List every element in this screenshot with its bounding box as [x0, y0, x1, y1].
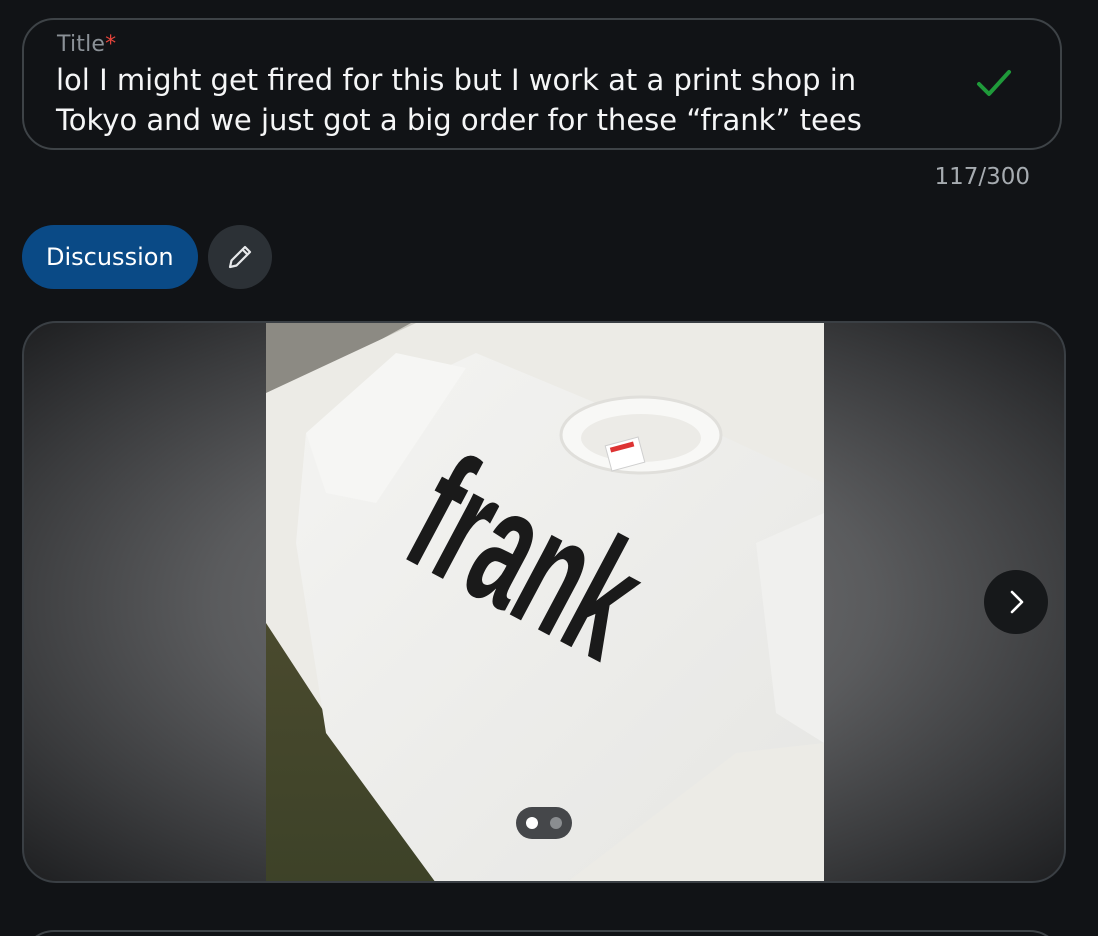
- pager-dot: [550, 817, 562, 829]
- flair-label: Discussion: [46, 243, 174, 271]
- character-count: 117/300: [934, 164, 1030, 190]
- check-icon: [977, 70, 1011, 96]
- post-image: frank: [266, 323, 824, 881]
- post-editor: Title* lol I might get fired for this bu…: [0, 0, 1098, 936]
- next-image-button[interactable]: [984, 570, 1048, 634]
- title-input[interactable]: lol I might get fired for this but I wor…: [56, 60, 946, 140]
- carousel-pager: [516, 807, 572, 839]
- edit-flair-button[interactable]: [208, 225, 272, 289]
- body-field[interactable]: [22, 930, 1062, 936]
- pager-dot-active: [526, 817, 538, 829]
- chevron-right-icon: [1010, 590, 1024, 614]
- title-label: Title*: [57, 32, 116, 57]
- flair-button[interactable]: Discussion: [22, 225, 198, 289]
- title-field[interactable]: Title* lol I might get fired for this bu…: [22, 18, 1062, 150]
- title-label-text: Title: [57, 32, 106, 57]
- pencil-icon: [228, 245, 252, 269]
- media-carousel[interactable]: frank: [22, 321, 1066, 883]
- required-marker: *: [105, 32, 117, 57]
